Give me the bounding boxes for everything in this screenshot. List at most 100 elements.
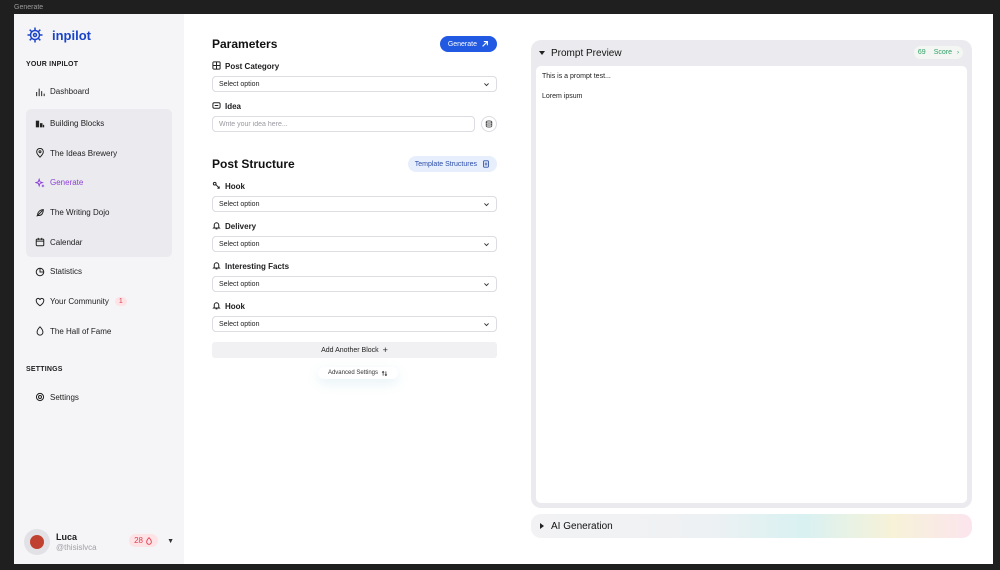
sparkle-icon — [34, 177, 46, 189]
sidebar-item-label: Building Blocks — [50, 119, 105, 129]
sidebar-item-building-blocks[interactable]: Building Blocks — [26, 109, 172, 139]
structure-header: Post Structure Template Structures — [212, 156, 497, 172]
chevron-down-icon[interactable]: ▼ — [167, 538, 174, 545]
sidebar: inpilot YOUR INPILOT Dashboard Building … — [14, 14, 184, 564]
bell-icon — [212, 301, 222, 311]
prompt-preview-panel: Prompt Preview 69 Score › This is a prom… — [531, 40, 972, 508]
sidebar-item-generate[interactable]: Generate — [26, 168, 172, 198]
parameters-header: Parameters Generate — [212, 36, 497, 52]
template-structures-label: Template Structures — [414, 160, 477, 168]
ai-generation-title: AI Generation — [551, 520, 613, 532]
chevron-right-icon: › — [957, 49, 959, 56]
preview-line: Lorem ipsum — [542, 92, 583, 100]
post-category-select[interactable]: Select option — [212, 76, 497, 92]
delivery-select[interactable]: Select option — [212, 236, 497, 252]
add-block-label: Add Another Block — [321, 346, 379, 354]
idea-label: Idea — [212, 101, 504, 111]
section-label-main: YOUR INPILOT — [26, 61, 79, 68]
section-label-settings: SETTINGS — [26, 366, 63, 374]
sidebar-item-calendar[interactable]: Calendar — [26, 227, 172, 257]
right-panel: Prompt Preview 69 Score › This is a prom… — [531, 40, 972, 538]
score-value: 69 — [917, 49, 926, 56]
sidebar-item-label: Statistics — [50, 267, 83, 277]
block-label-delivery: Delivery — [212, 221, 504, 231]
select-value: Select option — [219, 320, 260, 328]
database-icon — [485, 120, 493, 128]
ai-generation-panel[interactable]: AI Generation — [531, 514, 972, 538]
message-icon — [212, 101, 222, 111]
idea-library-button[interactable] — [481, 116, 497, 132]
sort-arrows-icon — [381, 370, 388, 376]
bar-chart-icon — [34, 86, 46, 98]
score-label: Score — [933, 49, 952, 56]
bell-icon — [212, 261, 222, 271]
sidebar-item-settings[interactable]: Settings — [26, 382, 172, 412]
select-value: Select option — [219, 80, 260, 88]
flame-icon — [34, 325, 46, 337]
sidebar-item-label: The Writing Dojo — [50, 208, 110, 218]
prompt-preview-title: Prompt Preview — [551, 47, 622, 59]
chevron-down-icon — [484, 322, 489, 326]
generate-button-label: Generate — [447, 40, 477, 48]
advanced-settings-label: Advanced Settings — [327, 370, 379, 376]
caret-right-icon[interactable] — [540, 523, 544, 529]
parameters-title: Parameters — [212, 37, 278, 51]
arrow-up-right-icon — [482, 41, 488, 47]
add-block-button[interactable]: Add Another Block + — [212, 342, 497, 358]
select-value: Select option — [219, 240, 260, 248]
sidebar-item-label: Settings — [50, 392, 79, 402]
user-handle: @thisislvca — [56, 543, 97, 552]
template-structures-button[interactable]: Template Structures — [407, 156, 497, 172]
sidebar-item-label: The Ideas Brewery — [50, 148, 118, 158]
advanced-settings-button[interactable]: Advanced Settings — [318, 367, 398, 379]
brand-name: inpilot — [52, 27, 91, 43]
preview-line: This is a prompt test... — [542, 73, 611, 80]
prompt-preview-header[interactable]: Prompt Preview 69 Score › — [536, 40, 967, 66]
chevron-down-icon — [484, 202, 489, 206]
score-badge[interactable]: 69 Score › — [913, 46, 963, 59]
ship-wheel-icon — [27, 27, 43, 43]
sidebar-item-label: Dashboard — [50, 87, 90, 97]
idea-input[interactable] — [212, 116, 476, 132]
block-label-hook: Hook — [212, 181, 504, 191]
hook-2-select[interactable]: Select option — [212, 316, 497, 332]
sidebar-item-dashboard[interactable]: Dashboard — [26, 77, 172, 107]
select-value: Select option — [219, 280, 260, 288]
chevron-down-icon — [484, 242, 489, 246]
select-value: Select option — [219, 200, 260, 208]
structure-title: Post Structure — [212, 157, 295, 171]
chevron-down-icon — [484, 282, 489, 286]
sidebar-item-label: Your Community — [50, 297, 109, 307]
user-profile[interactable]: Luca @thisislvca 28 ▼ — [24, 528, 174, 556]
plus-icon: + — [382, 345, 388, 355]
sidebar-item-ideas-brewery[interactable]: The Ideas Brewery — [26, 138, 172, 168]
sidebar-item-label: Generate — [50, 178, 84, 188]
sidebar-item-statistics[interactable]: Statistics — [26, 257, 172, 287]
hook-select[interactable]: Select option — [212, 196, 497, 212]
sidebar-item-label: The Hall of Fame — [50, 326, 112, 336]
community-icon — [34, 296, 46, 308]
sidebar-item-label: Calendar — [50, 237, 83, 247]
blocks-icon — [34, 118, 46, 130]
chevron-down-icon — [484, 82, 489, 86]
flame-icon — [146, 536, 152, 545]
hook-icon — [212, 181, 222, 191]
brand-logo[interactable]: inpilot — [26, 24, 172, 46]
sidebar-item-community[interactable]: Your Community 1 — [26, 287, 172, 317]
sidebar-item-hall-of-fame[interactable]: The Hall of Fame — [26, 317, 172, 347]
interesting-facts-select[interactable]: Select option — [212, 276, 497, 292]
points-badge: 28 — [129, 534, 158, 547]
window-title: Generate — [14, 4, 44, 11]
bell-icon — [212, 221, 222, 231]
location-pin-icon — [34, 147, 46, 159]
main-panel: Parameters Generate Post Category Select… — [184, 14, 504, 564]
user-name: Luca — [56, 532, 78, 542]
caret-down-icon[interactable] — [539, 51, 545, 55]
generate-button[interactable]: Generate — [439, 36, 497, 52]
document-icon — [483, 160, 489, 168]
sidebar-group: Building Blocks The Ideas Brewery Genera… — [26, 108, 172, 258]
pie-chart-icon — [34, 266, 46, 278]
prompt-preview-content[interactable]: This is a prompt test... Lorem ipsum — [536, 66, 967, 503]
sidebar-item-writing-dojo[interactable]: The Writing Dojo — [26, 198, 172, 228]
points-value: 28 — [134, 536, 143, 545]
